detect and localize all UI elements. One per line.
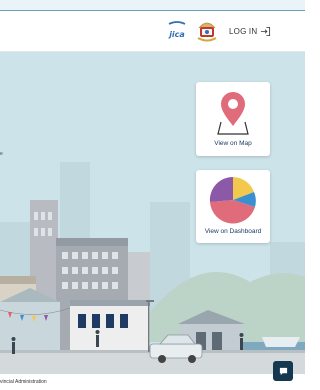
view-on-dashboard-card[interactable]: View on Dashboard [196, 170, 270, 243]
view-on-dashboard-label: View on Dashboard [204, 228, 262, 235]
view-on-map-card[interactable]: View on Map [196, 82, 270, 156]
government-emblem-icon [197, 22, 217, 42]
chat-button[interactable] [273, 361, 293, 381]
top-strip [0, 0, 305, 11]
login-button[interactable]: LOG IN [229, 23, 271, 39]
svg-text:jica: jica [167, 30, 185, 39]
map-pin-icon [217, 92, 249, 135]
jica-logo: jica [167, 21, 186, 39]
footer: vincial Administration [0, 374, 305, 390]
pie-chart-icon [209, 176, 256, 224]
chat-icon [279, 367, 287, 375]
footer-text: vincial Administration [0, 379, 47, 385]
login-icon [261, 26, 271, 36]
login-label: LOG IN [229, 26, 258, 36]
navbar: jica LOG IN [0, 11, 305, 52]
hero-tagline: e [0, 151, 3, 157]
view-on-map-label: View on Map [214, 140, 252, 147]
